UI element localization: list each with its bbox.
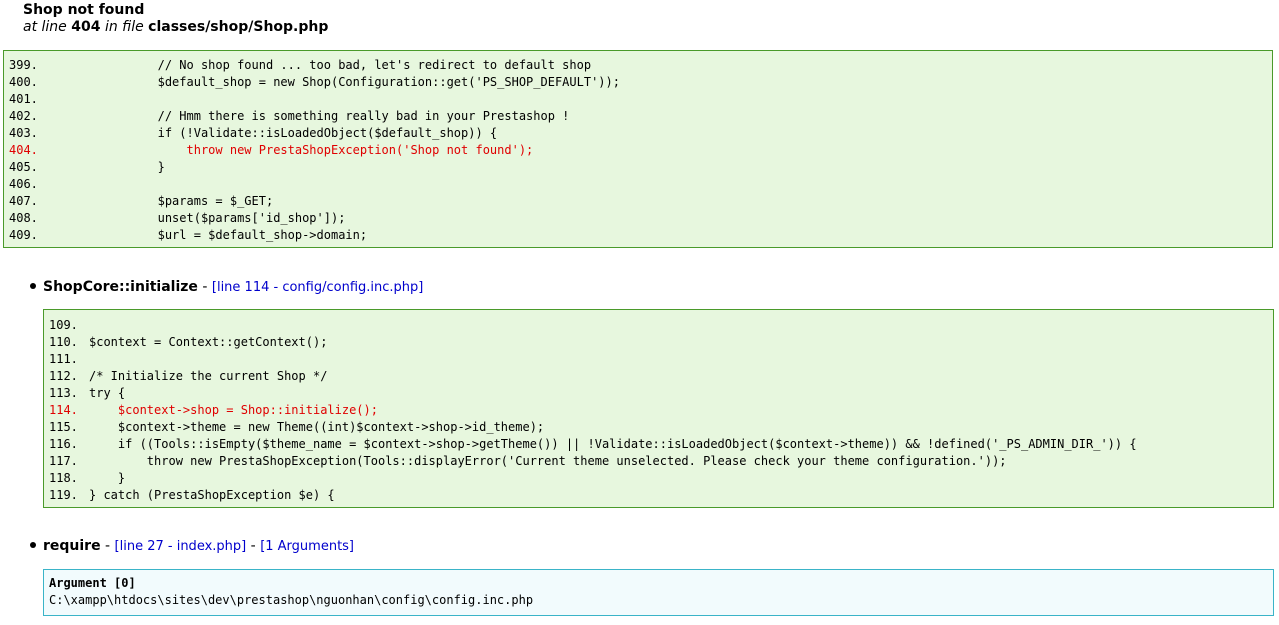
argument-value: C:\xampp\htdocs\sites\dev\prestashop\ngu… xyxy=(49,593,534,607)
line-number: 408. xyxy=(9,211,38,225)
line-number: 402. xyxy=(9,109,38,123)
line-code: } xyxy=(89,471,126,485)
line-code: if (!Validate::isLoadedObject($default_s… xyxy=(42,126,498,140)
line-code: unset($params['id_shop']); xyxy=(42,211,346,225)
line-number: 109. xyxy=(49,318,78,332)
error-file-path: classes/shop/Shop.php xyxy=(148,19,329,35)
code-line: 407. $params = $_GET; xyxy=(4,193,1272,210)
code-line: 112. /* Initialize the current Shop */ xyxy=(44,368,1273,385)
line-number: 406. xyxy=(9,177,38,191)
line-number: 115. xyxy=(49,420,78,434)
line-number: 407. xyxy=(9,194,38,208)
bullet-icon xyxy=(30,283,36,289)
line-code: throw new PrestaShopException(Tools::dis… xyxy=(89,454,1007,468)
code-line: 118. } xyxy=(44,470,1273,487)
line-number: 110. xyxy=(49,335,78,349)
line-number: 401. xyxy=(9,92,38,106)
line-number: 119. xyxy=(49,488,78,502)
line-number: 111. xyxy=(49,352,78,366)
line-number: 403. xyxy=(9,126,38,140)
code-line: 109. xyxy=(44,317,1273,334)
at-line-label: at line xyxy=(23,19,67,35)
stack-frame-require: require - [line 27 - index.php] - [1 Arg… xyxy=(30,537,354,556)
line-code: // Hmm there is something really bad in … xyxy=(42,109,570,123)
frame-code-block: 109.110. $context = Context::getContext()… xyxy=(43,309,1274,508)
code-line: 116. if ((Tools::isEmpty($theme_name = $… xyxy=(44,436,1273,453)
line-code: /* Initialize the current Shop */ xyxy=(89,369,328,383)
line-code: throw new PrestaShopException('Shop not … xyxy=(42,143,534,157)
line-code: $default_shop = new Shop(Configuration::… xyxy=(42,75,620,89)
frame-function: require xyxy=(43,538,101,554)
line-number: 404. xyxy=(9,143,38,157)
code-line: 399. // No shop found ... too bad, let's… xyxy=(4,57,1272,74)
arguments-block: Argument [0] C:\xampp\htdocs\sites\dev\p… xyxy=(43,569,1274,616)
stack-frame-shopcore-initialize: ShopCore::initialize - [line 114 - confi… xyxy=(30,278,423,297)
line-number: 116. xyxy=(49,437,78,451)
code-line: 113. try { xyxy=(44,385,1273,402)
code-line: 400. $default_shop = new Shop(Configurat… xyxy=(4,74,1272,91)
line-code: } xyxy=(42,160,165,174)
code-line: 403. if (!Validate::isLoadedObject($defa… xyxy=(4,125,1272,142)
line-code: if ((Tools::isEmpty($theme_name = $conte… xyxy=(89,437,1137,451)
frame-source-link[interactable]: [line 114 - config/config.inc.php] xyxy=(212,280,423,295)
line-code: $params = $_GET; xyxy=(42,194,274,208)
line-number: 114. xyxy=(49,403,78,417)
code-line: 405. } xyxy=(4,159,1272,176)
frame-function: ShopCore::initialize xyxy=(43,279,198,295)
frame-separator: - xyxy=(197,279,212,295)
in-file-label: in file xyxy=(104,19,144,35)
line-code: $url = $default_shop->domain; xyxy=(42,228,368,242)
line-number: 400. xyxy=(9,75,38,89)
line-number: 112. xyxy=(49,369,78,383)
line-number: 117. xyxy=(49,454,78,468)
error-line-number: 404 xyxy=(71,19,101,35)
line-number: 118. xyxy=(49,471,78,485)
error-location: at line 404 in file classes/shop/Shop.ph… xyxy=(23,19,328,36)
line-number: 399. xyxy=(9,58,38,72)
frame-separator: - xyxy=(100,538,115,554)
line-number: 409. xyxy=(9,228,38,242)
code-line: 117. throw new PrestaShopException(Tools… xyxy=(44,453,1273,470)
error-title: Shop not found xyxy=(23,2,145,18)
code-line: 409. $url = $default_shop->domain; xyxy=(4,227,1272,244)
code-line: 111. xyxy=(44,351,1273,368)
code-line-highlighted: 114. $context->shop = Shop::initialize()… xyxy=(44,402,1273,419)
line-code: $context->shop = Shop::initialize(); xyxy=(89,403,378,417)
code-line: 401. xyxy=(4,91,1272,108)
code-line: 119. } catch (PrestaShopException $e) { xyxy=(44,487,1273,504)
line-code: $context = Context::getContext(); xyxy=(89,335,328,349)
main-code-block: 399. // No shop found ... too bad, let's… xyxy=(3,50,1273,248)
code-line: 406. xyxy=(4,176,1272,193)
line-number: 113. xyxy=(49,386,78,400)
line-code: } catch (PrestaShopException $e) { xyxy=(89,488,335,502)
code-line-highlighted: 404. throw new PrestaShopException('Shop… xyxy=(4,142,1272,159)
bullet-icon xyxy=(30,542,36,548)
code-line: 402. // Hmm there is something really ba… xyxy=(4,108,1272,125)
error-header: Shop not found at line 404 in file class… xyxy=(23,2,328,36)
line-code: // No shop found ... too bad, let's redi… xyxy=(42,58,592,72)
frame-separator-2: - xyxy=(246,538,261,554)
code-line: 408. unset($params['id_shop']); xyxy=(4,210,1272,227)
code-line: 110. $context = Context::getContext(); xyxy=(44,334,1273,351)
line-code: $context->theme = new Theme((int)$contex… xyxy=(89,420,545,434)
line-code: try { xyxy=(89,386,126,400)
argument-title: Argument [0] xyxy=(49,576,136,590)
frame-arguments-link[interactable]: [1 Arguments] xyxy=(260,539,354,554)
line-number: 405. xyxy=(9,160,38,174)
code-line: 115. $context->theme = new Theme((int)$c… xyxy=(44,419,1273,436)
frame-source-link[interactable]: [line 27 - index.php] xyxy=(115,539,247,554)
